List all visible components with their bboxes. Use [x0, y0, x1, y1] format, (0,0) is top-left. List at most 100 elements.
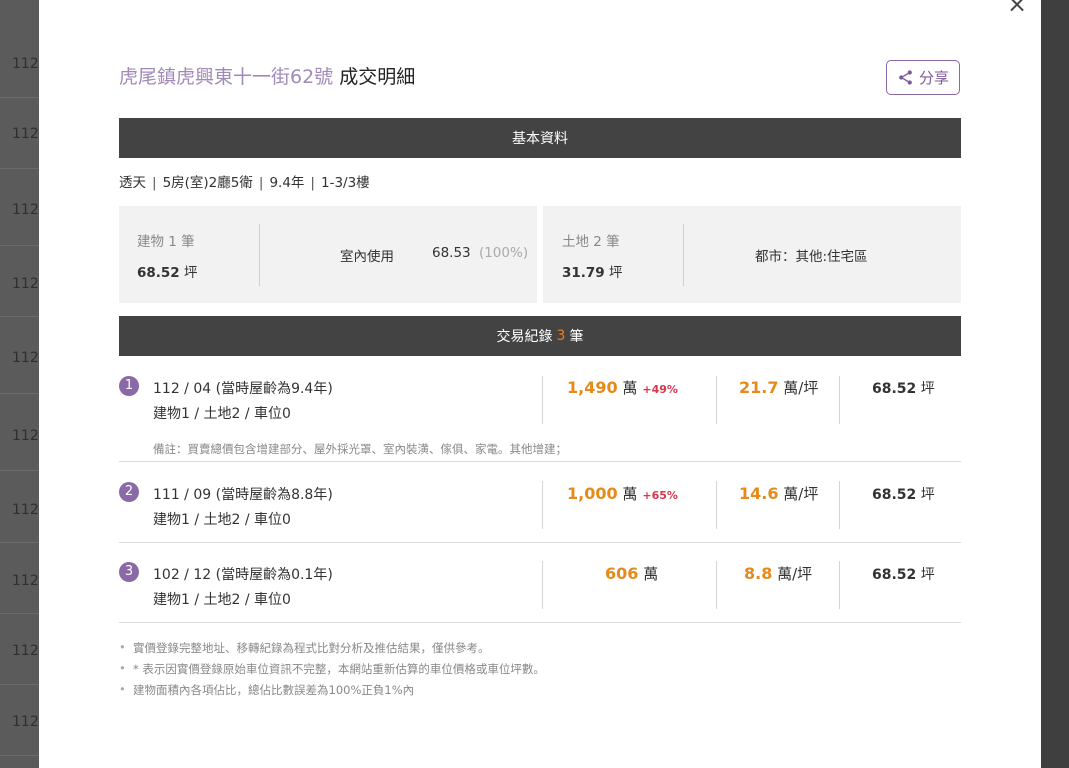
transaction-area-value: 68.52	[872, 381, 917, 397]
transaction-area-unit: 坪	[920, 381, 935, 397]
building-age: 9.4年	[269, 175, 305, 191]
transaction-row[interactable]: 3 102 / 12 (當時屋齡為0.1年) 建物1 / 土地2 / 車位0 6…	[119, 561, 961, 622]
row-divider	[119, 542, 961, 543]
total-price-unit: 萬	[643, 565, 659, 583]
background-row-text: 112	[12, 573, 39, 589]
property-summary: 透天 | 5房(室)2廳5衛 | 9.4年 | 1-3/3樓	[119, 171, 370, 191]
transaction-area: 68.52 坪	[872, 564, 935, 584]
background-list: 112 112 112 112 112 112 112 112 112 112	[0, 0, 40, 768]
building-card: 建物 1 筆 68.52 坪 室內使用 68.53 (100%)	[119, 206, 537, 303]
total-price-value: 606	[605, 564, 639, 583]
background-row-divider	[0, 97, 40, 98]
background-row-divider	[0, 684, 40, 685]
indoor-usage-label: 室內使用	[340, 249, 394, 265]
building-area: 68.52 坪	[137, 261, 198, 281]
background-row-text: 112	[12, 202, 39, 218]
land-area: 31.79 坪	[562, 261, 623, 281]
transaction-detail-modal: × 虎尾鎮虎興東十一街62號 成交明細 分享 基本資料 透天 | 5房(室)2廳5衛…	[39, 0, 1041, 768]
transaction-area-unit: 坪	[920, 567, 935, 583]
price-change-percent: +65%	[642, 489, 678, 502]
land-zoning: 都市：其他:住宅區	[755, 249, 868, 265]
room-layout: 5房(室)2廳5衛	[162, 175, 253, 191]
total-price-value: 1,000	[567, 484, 618, 503]
transaction-date: 112 / 04 (當時屋齡為9.4年)	[153, 381, 333, 397]
transaction-date: 111 / 09 (當時屋齡為8.8年)	[153, 487, 333, 503]
indoor-usage-percent: (100%)	[478, 245, 529, 261]
column-divider	[542, 481, 543, 529]
background-row-divider	[0, 755, 40, 756]
background-row-text: 112	[12, 714, 39, 730]
title-suffix: 成交明細	[333, 66, 416, 88]
total-price: 606 萬	[605, 563, 658, 584]
transaction-index: 3	[119, 562, 139, 582]
transaction-date: 102 / 12 (當時屋齡為0.1年)	[153, 567, 333, 583]
card-divider	[683, 224, 684, 286]
transaction-area: 68.52 坪	[872, 378, 935, 398]
row-divider	[119, 461, 961, 462]
column-divider	[542, 561, 543, 609]
building-area-unit: 坪	[184, 265, 198, 281]
title-address[interactable]: 虎尾鎮虎興東十一街62號	[119, 66, 333, 88]
background-row-divider	[0, 613, 40, 614]
transaction-parcels: 建物1 / 土地2 / 車位0	[153, 406, 291, 422]
share-icon	[899, 70, 912, 85]
column-divider	[716, 561, 717, 609]
separator: |	[258, 175, 264, 191]
background-row-divider	[0, 245, 40, 246]
background-row-text: 112	[12, 56, 39, 72]
column-divider	[839, 481, 840, 529]
close-icon[interactable]: ×	[1007, 0, 1027, 18]
transaction-index: 1	[119, 376, 139, 396]
transaction-row[interactable]: 1 112 / 04 (當時屋齡為9.4年) 建物1 / 土地2 / 車位0 1…	[119, 376, 961, 466]
transaction-row[interactable]: 2 111 / 09 (當時屋齡為8.8年) 建物1 / 土地2 / 車位0 1…	[119, 481, 961, 542]
transactions-header-suffix: 筆	[569, 329, 584, 345]
footnote-item: 建物面積內各項佔比，總佔比數誤差為100%正負1%內	[119, 682, 545, 703]
background-row-text: 112	[12, 502, 39, 518]
background-row-text: 112	[12, 643, 39, 659]
card-divider	[259, 224, 260, 286]
basic-info-header: 基本資料	[119, 118, 961, 158]
separator: |	[310, 175, 315, 191]
footnote-item: * 表示因實價登錄原始車位資訊不完整，本網站重新估算的車位價格或車位坪數。	[119, 661, 545, 682]
column-divider	[542, 376, 543, 424]
transactions-header-prefix: 交易紀錄	[496, 329, 553, 345]
share-label: 分享	[918, 69, 949, 87]
share-button[interactable]: 分享	[886, 60, 960, 95]
basic-info-header-label: 基本資料	[512, 131, 568, 147]
land-count-label: 土地 2 筆	[562, 234, 620, 250]
land-card: 土地 2 筆 31.79 坪 都市：其他:住宅區	[543, 206, 961, 303]
total-price-unit: 萬	[622, 485, 638, 503]
unit-price: 8.8 萬/坪	[744, 563, 812, 584]
indoor-usage-value: 68.53 (100%)	[432, 245, 528, 261]
total-price: 1,490 萬 +49%	[567, 377, 678, 398]
page-title: 虎尾鎮虎興東十一街62號 成交明細	[119, 62, 415, 89]
total-price: 1,000 萬 +65%	[567, 483, 678, 504]
background-row-divider	[0, 316, 40, 317]
total-price-value: 1,490	[567, 378, 618, 397]
column-divider	[839, 561, 840, 609]
unit-price-value: 14.6	[739, 484, 779, 503]
unit-price-value: 21.7	[739, 378, 779, 397]
indoor-usage-number: 68.53	[432, 245, 471, 261]
building-type: 透天	[119, 175, 146, 191]
transaction-parcels: 建物1 / 土地2 / 車位0	[153, 512, 291, 528]
transaction-area-unit: 坪	[920, 487, 935, 503]
separator: |	[152, 175, 157, 191]
transaction-parcels: 建物1 / 土地2 / 車位0	[153, 592, 291, 608]
land-area-value: 31.79	[562, 265, 605, 281]
background-row-divider	[0, 393, 40, 394]
background-row-text: 112	[12, 428, 39, 444]
unit-price: 14.6 萬/坪	[739, 483, 818, 504]
background-row-divider	[0, 168, 40, 169]
price-change-percent: +49%	[642, 383, 678, 396]
transaction-note: 備註：買賣總價包含增建部分、屋外採光罩、室內裝潢、傢俱、家電。其他增建；	[153, 442, 567, 456]
unit-price: 21.7 萬/坪	[739, 377, 818, 398]
background-scrollbar-area	[1041, 0, 1069, 768]
column-divider	[839, 376, 840, 424]
transactions-header: 交易紀錄 3 筆	[119, 316, 961, 356]
transaction-area: 68.52 坪	[872, 484, 935, 504]
footnotes: 實價登錄完整地址、移轉紀錄為程式比對分析及推估結果，僅供參考。 * 表示因實價登…	[119, 640, 545, 703]
unit-price-unit: 萬/坪	[783, 379, 819, 397]
background-row-divider	[0, 542, 40, 543]
background-row-text: 112	[12, 350, 39, 366]
